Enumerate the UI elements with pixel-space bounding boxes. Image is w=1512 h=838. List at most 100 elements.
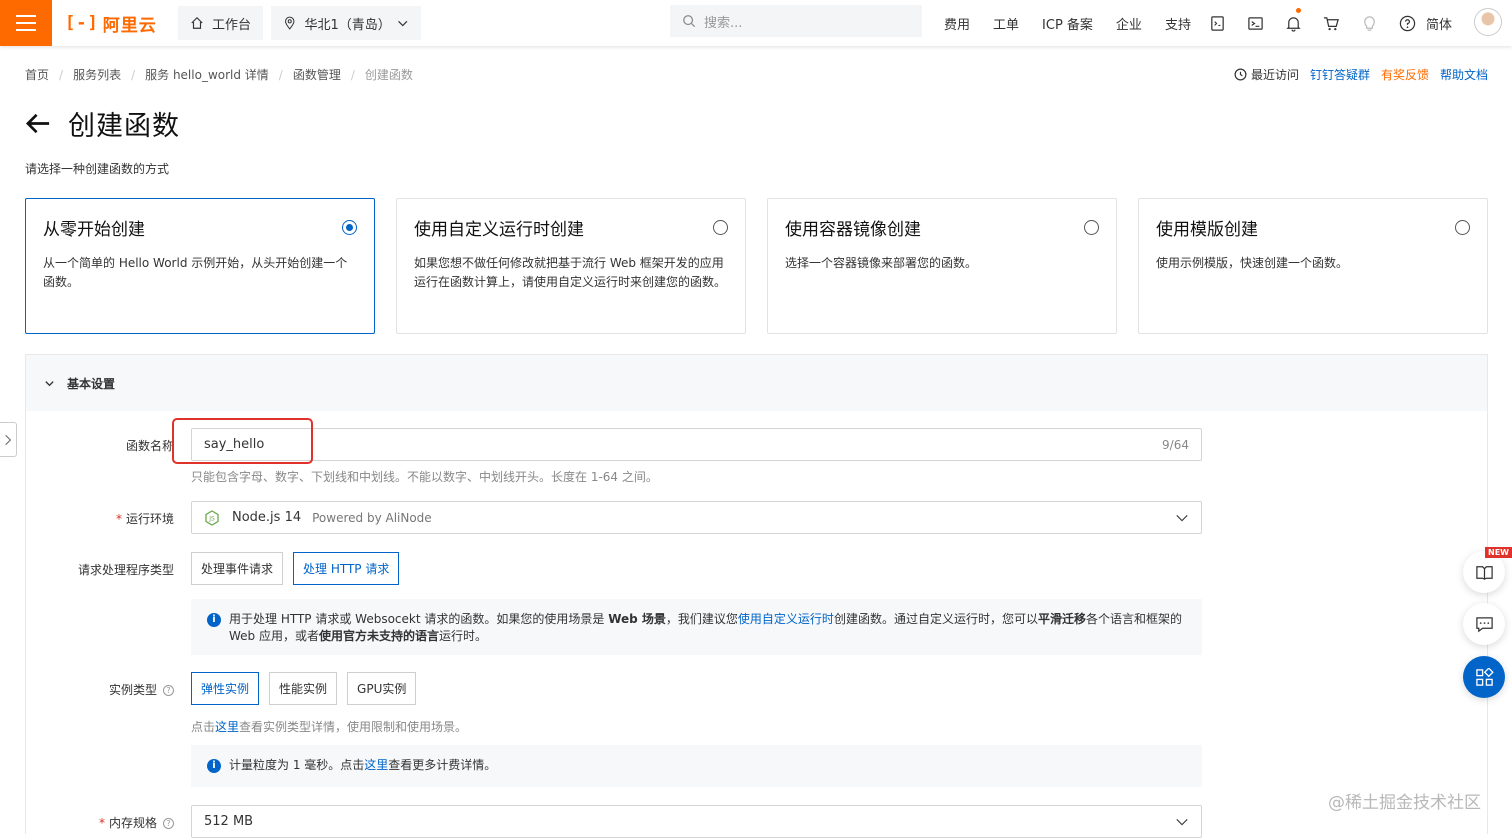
- back-arrow-icon[interactable]: [25, 110, 52, 137]
- create-method-cards: 从零开始创建 从一个简单的 Hello World 示例开始，从头开始创建一个函…: [25, 198, 1488, 334]
- nav-link-billing[interactable]: 费用: [944, 14, 970, 33]
- region-label: 华北1（青岛）: [304, 17, 391, 33]
- info-icon: i: [207, 613, 221, 627]
- hamburger-menu-button[interactable]: [0, 0, 52, 46]
- search-placeholder: 搜索...: [704, 15, 743, 31]
- breadcrumb-service-list[interactable]: 服务列表: [73, 66, 121, 83]
- float-apps-button[interactable]: [1463, 656, 1505, 698]
- info-bold-migrate: 平滑迁移: [1037, 612, 1086, 626]
- workbench-label: 工作台: [212, 17, 252, 33]
- logo-text: 阿里云: [102, 15, 157, 36]
- workbench-button[interactable]: 工作台: [178, 6, 264, 40]
- top-nav-icons: [1198, 0, 1426, 46]
- page-header: 创建函数: [25, 104, 180, 143]
- help-circle-icon: ?: [163, 818, 174, 829]
- card-title: 使用容器镜像创建: [785, 220, 921, 240]
- function-name-label: 函数名称: [125, 439, 174, 453]
- nav-link-ticket[interactable]: 工单: [993, 14, 1019, 33]
- instance-type-label: 实例类型?: [26, 681, 174, 698]
- info-text: 计量粒度为 1 毫秒。点击: [229, 758, 365, 772]
- lightbulb-icon[interactable]: [1350, 0, 1388, 46]
- char-count: 9/64: [1162, 437, 1189, 452]
- handler-type-label: 请求处理程序类型: [77, 563, 174, 577]
- radio-unselected[interactable]: [1084, 220, 1099, 235]
- info-text: 运行时。: [439, 629, 488, 643]
- function-name-hint: 只能包含字母、数字、下划线和中划线。不能以数字、中划线开头。长度在 1-64 之…: [191, 470, 658, 484]
- nav-link-support[interactable]: 支持: [1165, 14, 1191, 33]
- float-chat-button[interactable]: [1463, 603, 1505, 645]
- radio-unselected[interactable]: [713, 220, 728, 235]
- aliyun-logo[interactable]: [-] 阿里云: [65, 11, 165, 36]
- card-title: 使用自定义运行时创建: [414, 220, 584, 240]
- basic-settings-header[interactable]: 基本设置: [26, 355, 1487, 411]
- hint-text: 查看实例类型详情，使用限制和使用场景。: [239, 720, 468, 734]
- breadcrumb-home[interactable]: 首页: [25, 66, 49, 83]
- runtime-powered-by: Powered by AliNode: [312, 510, 432, 525]
- language-switch[interactable]: 简体: [1426, 14, 1452, 33]
- bell-icon[interactable]: [1274, 0, 1312, 46]
- card-title: 使用模版创建: [1156, 220, 1258, 240]
- dingtalk-group-link[interactable]: 钉钉答疑群: [1310, 66, 1370, 83]
- instance-elastic-button[interactable]: 弹性实例: [191, 672, 260, 705]
- header-right-links: 最近访问 钉钉答疑群 有奖反馈 帮助文档: [1234, 66, 1488, 83]
- search-icon: [683, 15, 696, 28]
- sidebar-expand-tab[interactable]: [0, 422, 17, 457]
- nav-link-icp[interactable]: ICP 备案: [1042, 14, 1093, 33]
- api-icon[interactable]: [1198, 0, 1236, 46]
- instance-gpu-button[interactable]: GPU实例: [347, 672, 417, 705]
- recent-visit-link[interactable]: 最近访问: [1234, 66, 1299, 83]
- handler-http-button[interactable]: 处理 HTTP 请求: [293, 552, 400, 585]
- card-desc: 从一个简单的 Hello World 示例开始，从头开始创建一个函数。: [43, 256, 348, 289]
- instance-type-hint: 点击这里查看实例类型详情，使用限制和使用场景。: [191, 718, 467, 735]
- card-desc: 如果您想不做任何修改就把基于流行 Web 框架开发的应用运行在函数计算上，请使用…: [414, 256, 727, 289]
- recent-visit-label: 最近访问: [1250, 68, 1299, 82]
- custom-runtime-link[interactable]: 使用自定义运行时: [738, 612, 834, 626]
- radio-selected[interactable]: [342, 220, 357, 235]
- breadcrumb-function-manage[interactable]: 函数管理: [293, 66, 341, 83]
- help-circle-icon[interactable]: [1388, 0, 1426, 46]
- card-desc: 选择一个容器镜像来部署您的函数。: [785, 256, 978, 270]
- section-title: 基本设置: [67, 376, 116, 391]
- location-pin-icon: [285, 16, 295, 30]
- card-custom-runtime[interactable]: 使用自定义运行时创建 如果您想不做任何修改就把基于流行 Web 框架开发的应用运…: [396, 198, 746, 334]
- card-template[interactable]: 使用模版创建 使用示例模版，快速创建一个函数。: [1138, 198, 1488, 334]
- instance-performance-button[interactable]: 性能实例: [269, 672, 338, 705]
- breadcrumb: 首页 / 服务列表 / 服务 hello_world 详情 / 函数管理 / 创建函数: [25, 66, 413, 83]
- card-container-image[interactable]: 使用容器镜像创建 选择一个容器镜像来部署您的函数。: [767, 198, 1117, 334]
- handler-info-box: i 用于处理 HTTP 请求或 Websocekt 请求的函数。如果您的使用场景…: [191, 599, 1202, 655]
- card-from-scratch[interactable]: 从零开始创建 从一个简单的 Hello World 示例开始，从头开始创建一个函…: [25, 198, 375, 334]
- new-badge: NEW: [1485, 547, 1512, 558]
- info-text: 查看更多计费详情。: [388, 758, 497, 772]
- info-text: ，我们建议您: [665, 612, 738, 626]
- breadcrumb-current: 创建函数: [364, 68, 413, 82]
- info-bold-web: Web 场景: [608, 612, 666, 626]
- search-input[interactable]: 搜索...: [670, 5, 922, 37]
- nav-link-enterprise[interactable]: 企业: [1116, 14, 1142, 33]
- function-name-input[interactable]: say_hello 9/64: [191, 428, 1202, 461]
- info-icon: i: [207, 759, 221, 773]
- radio-unselected[interactable]: [1455, 220, 1470, 235]
- highlight-annotation-box: [172, 418, 313, 464]
- cart-icon[interactable]: [1312, 0, 1350, 46]
- handler-event-button[interactable]: 处理事件请求: [191, 552, 284, 585]
- svg-text:JS: JS: [208, 515, 215, 522]
- feedback-link[interactable]: 有奖反馈: [1381, 66, 1429, 83]
- breadcrumb-service-detail[interactable]: 服务 hello_world 详情: [145, 66, 269, 83]
- memory-select[interactable]: 512 MB: [191, 805, 1202, 838]
- instance-detail-link[interactable]: 这里: [215, 720, 239, 734]
- terminal-icon[interactable]: [1236, 0, 1274, 46]
- watermark: @稀土掘金技术社区: [1328, 793, 1481, 813]
- chevron-down-icon: [1176, 514, 1188, 521]
- nodejs-icon: JS: [205, 509, 219, 526]
- avatar[interactable]: [1474, 8, 1502, 36]
- help-docs-link[interactable]: 帮助文档: [1440, 66, 1488, 83]
- billing-info-box: i 计量粒度为 1 毫秒。点击这里查看更多计费详情。: [191, 745, 1202, 787]
- region-selector[interactable]: 华北1（青岛）: [271, 6, 422, 40]
- top-navbar: [-] 阿里云 工作台 华北1（青岛） 搜索... 费用 工单 ICP 备案 企业…: [0, 0, 1512, 46]
- billing-detail-link[interactable]: 这里: [364, 758, 388, 772]
- apps-grid-icon: [1475, 667, 1494, 686]
- runtime-select[interactable]: JS Node.js 14 Powered by AliNode: [191, 501, 1202, 534]
- info-bold-language: 使用官方未支持的语言: [318, 629, 439, 643]
- clock-icon: [1234, 68, 1247, 81]
- top-nav-links: 费用 工单 ICP 备案 企业 支持: [944, 0, 1214, 46]
